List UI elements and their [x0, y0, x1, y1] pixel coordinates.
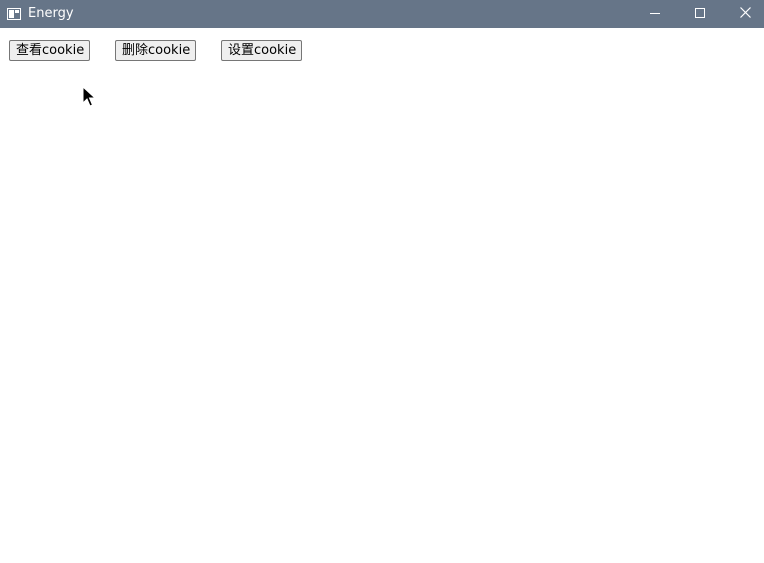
view-cookie-button[interactable]: 查看cookie	[9, 40, 90, 61]
delete-cookie-button[interactable]: 删除cookie	[115, 40, 196, 61]
minimize-button[interactable]	[632, 0, 678, 28]
close-button[interactable]	[722, 0, 764, 28]
title-bar[interactable]: Energy	[0, 0, 764, 28]
content-area: 查看cookie 删除cookie 设置cookie	[0, 28, 764, 563]
set-cookie-button[interactable]: 设置cookie	[221, 40, 302, 61]
minimize-icon	[650, 5, 660, 23]
mouse-cursor-icon	[82, 85, 97, 108]
app-window-icon	[7, 7, 21, 20]
window-title: Energy	[28, 6, 74, 21]
close-icon	[739, 5, 751, 23]
app-window: Energy 查看cookie 删除cookie 设置cookie	[0, 0, 764, 563]
maximize-icon	[695, 5, 705, 23]
maximize-button[interactable]	[677, 0, 723, 28]
